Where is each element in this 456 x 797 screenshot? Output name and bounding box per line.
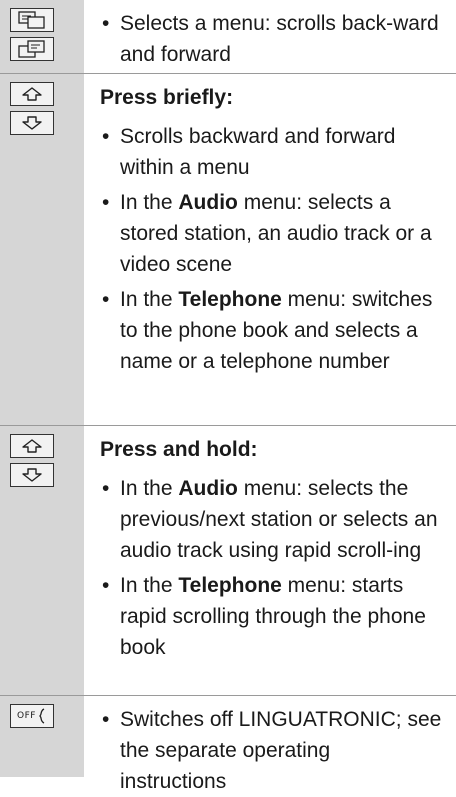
menu-name: Telephone xyxy=(178,288,282,311)
bullet-list: Switches off LINGUATRONIC; see the separ… xyxy=(100,704,442,797)
arrow-up-icon xyxy=(10,82,54,106)
list-item: Switches off LINGUATRONIC; see the separ… xyxy=(100,704,442,797)
bullet-list: Scrolls backward and forward within a me… xyxy=(100,121,442,377)
arrow-down-icon xyxy=(10,111,54,135)
table-row: Selects a menu: scrolls back-ward and fo… xyxy=(0,0,456,74)
icon-cell: OFF xyxy=(0,696,84,777)
voice-off-icon: OFF xyxy=(10,704,54,728)
arrow-down-icon xyxy=(10,463,54,487)
menu-name: Audio xyxy=(178,191,238,214)
description-cell: Switches off LINGUATRONIC; see the separ… xyxy=(84,696,456,793)
table-row: Press and hold: In the Audio menu: selec… xyxy=(0,426,456,696)
function-table: Selects a menu: scrolls back-ward and fo… xyxy=(0,0,456,793)
bullet-list: Selects a menu: scrolls back-ward and fo… xyxy=(100,8,442,70)
menu-name: Audio xyxy=(178,477,238,500)
table-row: OFF Switches off LINGUATRONIC; see the s… xyxy=(0,696,456,793)
list-item: Selects a menu: scrolls back-ward and fo… xyxy=(100,8,442,70)
table-row: Press briefly: Scrolls backward and forw… xyxy=(0,74,456,426)
section-heading: Press briefly: xyxy=(100,86,234,109)
description-cell: Press briefly: Scrolls backward and forw… xyxy=(84,74,456,425)
list-item: In the Telephone menu: starts rapid scro… xyxy=(100,570,442,663)
icon-cell xyxy=(0,426,84,695)
off-label: OFF xyxy=(17,711,36,721)
list-item: Scrolls backward and forward within a me… xyxy=(100,121,442,183)
description-cell: Selects a menu: scrolls back-ward and fo… xyxy=(84,0,456,73)
icon-cell xyxy=(0,0,84,73)
menu-name: Telephone xyxy=(178,574,282,597)
section-heading: Press and hold: xyxy=(100,438,258,461)
list-item: In the Audio menu: selects a stored stat… xyxy=(100,187,442,280)
page-back-icon xyxy=(10,8,54,32)
page-forward-icon xyxy=(10,37,54,61)
icon-cell xyxy=(0,74,84,425)
bullet-list: In the Audio menu: selects the previous/… xyxy=(100,473,442,663)
arrow-up-icon xyxy=(10,434,54,458)
list-item: In the Audio menu: selects the previous/… xyxy=(100,473,442,566)
list-item: In the Telephone menu: switches to the p… xyxy=(100,284,442,377)
description-cell: Press and hold: In the Audio menu: selec… xyxy=(84,426,456,695)
